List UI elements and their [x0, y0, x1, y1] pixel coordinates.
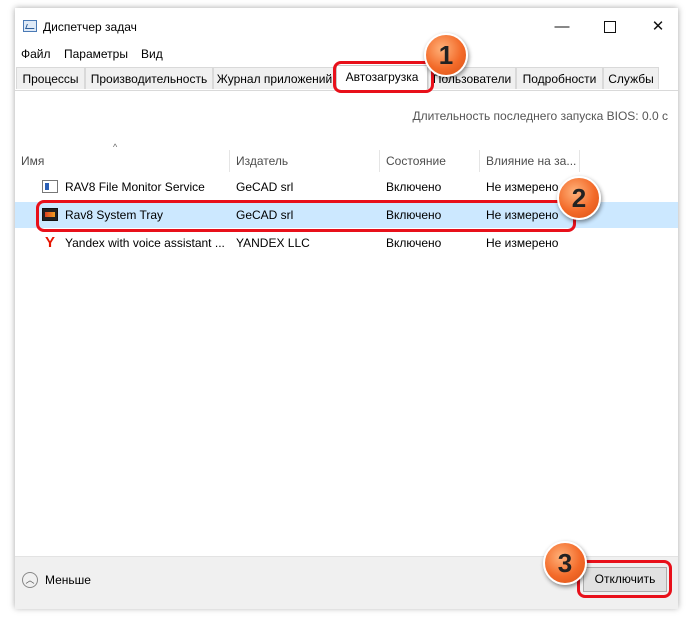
annotation-badge-2: 2 [557, 176, 601, 220]
row-status: Включено [386, 180, 442, 194]
tab-details[interactable]: Подробности [516, 67, 603, 89]
maximize-icon [604, 21, 616, 34]
callout-startup-tab [333, 61, 434, 93]
row-impact: Не измерено [486, 236, 559, 250]
callout-selected-row [36, 200, 576, 232]
menu-options[interactable]: Параметры [64, 47, 128, 61]
row-name: RAV8 File Monitor Service [65, 180, 205, 194]
column-name[interactable]: Имя [15, 150, 230, 172]
tab-performance[interactable]: Производительность [85, 67, 213, 89]
tab-services[interactable]: Службы [603, 67, 659, 89]
title-bar[interactable]: Диспетчер задач — ✕ [15, 8, 678, 44]
annotation-badge-3: 3 [543, 541, 587, 585]
row-name: Yandex with voice assistant ... [65, 236, 225, 250]
table-header: Имя Издатель Состояние Влияние на за... [15, 150, 678, 172]
table-row[interactable]: Y Yandex with voice assistant ... YANDEX… [15, 230, 678, 256]
annotation-badge-1: 1 [424, 33, 468, 77]
tab-processes[interactable]: Процессы [16, 67, 85, 89]
fewer-details-link[interactable]: Меньше [45, 573, 91, 587]
task-manager-window: Диспетчер задач — ✕ Файл Параметры Вид П… [15, 8, 678, 609]
window-title: Диспетчер задач [43, 20, 137, 34]
row-publisher: GeCAD srl [236, 180, 294, 194]
column-impact[interactable]: Влияние на за... [480, 150, 580, 172]
bios-duration: Длительность последнего запуска BIOS: 0.… [412, 109, 668, 123]
minimize-button[interactable]: — [539, 14, 585, 40]
tab-app-history[interactable]: Журнал приложений [213, 67, 336, 89]
column-publisher[interactable]: Издатель [230, 150, 380, 172]
task-manager-icon [23, 20, 37, 32]
menu-file[interactable]: Файл [21, 47, 51, 61]
callout-disable-button [577, 560, 672, 598]
close-button[interactable]: ✕ [635, 14, 681, 40]
menu-view[interactable]: Вид [141, 47, 163, 61]
chevron-up-icon[interactable]: ︿ [22, 572, 38, 588]
column-status[interactable]: Состояние [380, 150, 480, 172]
row-publisher: YANDEX LLC [236, 236, 310, 250]
maximize-button[interactable] [587, 14, 633, 40]
yandex-icon: Y [44, 234, 55, 251]
monitor-app-icon [42, 180, 58, 193]
row-status: Включено [386, 236, 442, 250]
